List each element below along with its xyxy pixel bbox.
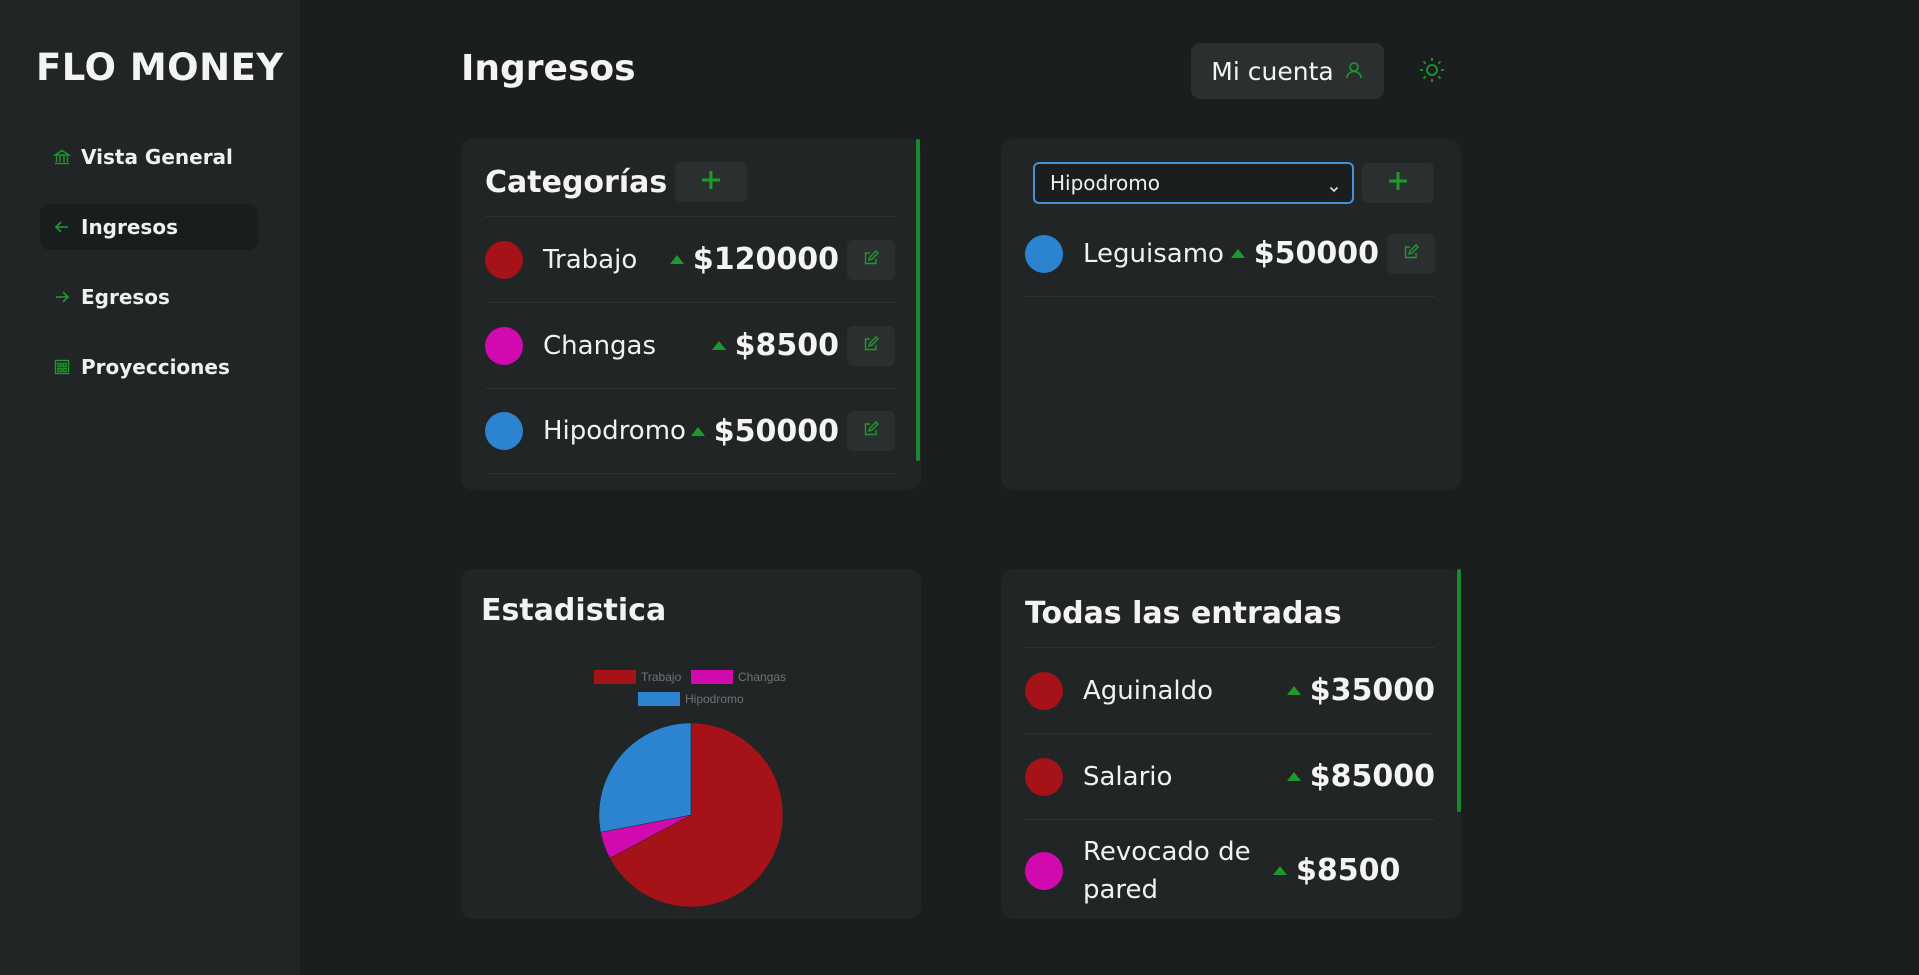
edit-icon bbox=[863, 335, 879, 356]
edit-category-button[interactable] bbox=[847, 239, 895, 280]
category-row[interactable]: Hipodromo $50000 bbox=[485, 388, 895, 474]
legend-label: Trabajo bbox=[641, 670, 682, 684]
arrow-up-icon bbox=[690, 426, 705, 436]
theme-toggle-button[interactable] bbox=[1417, 57, 1447, 87]
legend-swatch bbox=[594, 670, 636, 684]
category-name: Hipodromo bbox=[543, 416, 686, 446]
entry-name: Revocado de pared bbox=[1083, 836, 1251, 905]
category-color-dot bbox=[485, 240, 523, 279]
pie-chart bbox=[598, 722, 784, 908]
sidebar-item-label: Egresos bbox=[81, 285, 170, 309]
entry-row[interactable]: Salario $85000 bbox=[1025, 733, 1435, 819]
arrow-up-icon bbox=[1230, 249, 1245, 258]
subcategory-color-dot bbox=[1025, 234, 1063, 273]
sidebar-item-ingresos[interactable]: Ingresos bbox=[40, 204, 258, 250]
legend-swatch bbox=[638, 692, 680, 706]
edit-category-button[interactable] bbox=[847, 411, 895, 451]
sidebar-item-proyecciones[interactable]: Proyecciones bbox=[40, 344, 258, 390]
entry-name: Aguinaldo bbox=[1083, 675, 1214, 706]
chevron-down-icon bbox=[1328, 176, 1340, 200]
category-name: Trabajo bbox=[543, 244, 638, 275]
entry-name: Salario bbox=[1083, 761, 1173, 792]
brand-logo: FLO MONEY bbox=[36, 46, 284, 89]
arrow-left-icon bbox=[53, 218, 71, 236]
all-entries-card: Todas las entradas Aguinaldo $35000 Sala… bbox=[1001, 569, 1461, 919]
arrow-up-icon bbox=[711, 341, 726, 350]
account-label: Mi cuenta bbox=[1211, 56, 1334, 86]
page-title: Ingresos bbox=[461, 48, 636, 89]
scroll-indicator[interactable] bbox=[1457, 569, 1461, 812]
legend-swatch bbox=[691, 670, 733, 684]
arrow-up-icon bbox=[1273, 866, 1287, 875]
entry-color-dot bbox=[1025, 851, 1063, 890]
table-icon bbox=[53, 358, 71, 376]
plus-icon bbox=[700, 169, 722, 195]
add-subcategory-button[interactable] bbox=[1362, 163, 1434, 203]
sidebar-item-label: Ingresos bbox=[81, 215, 178, 239]
subcategory-card: Hipodromo Leguisamo $50000 bbox=[1001, 139, 1461, 490]
entry-amount: $8500 bbox=[1296, 853, 1401, 888]
arrow-right-icon bbox=[53, 288, 71, 306]
arrow-up-icon bbox=[1286, 686, 1301, 695]
category-select-value: Hipodromo bbox=[1050, 171, 1160, 195]
edit-subcategory-button[interactable] bbox=[1387, 233, 1435, 274]
categories-card: Categorías Trabajo $120000 Changas $8500 bbox=[461, 139, 921, 490]
legend-label: Hipodromo bbox=[685, 692, 744, 706]
category-amount: $8500 bbox=[734, 328, 839, 363]
category-row[interactable]: Changas $8500 bbox=[485, 302, 895, 388]
sidebar-item-vista-general[interactable]: Vista General bbox=[40, 134, 258, 180]
subcategory-amount: $50000 bbox=[1253, 236, 1379, 271]
plus-icon bbox=[1387, 170, 1409, 196]
edit-icon bbox=[1403, 243, 1419, 264]
entry-row[interactable]: Aguinaldo $35000 bbox=[1025, 647, 1435, 733]
scroll-indicator[interactable] bbox=[916, 139, 920, 461]
category-amount: $120000 bbox=[692, 242, 839, 277]
category-color-dot bbox=[485, 326, 523, 365]
legend-label: Changas bbox=[738, 670, 787, 684]
entry-amount: $35000 bbox=[1309, 673, 1435, 708]
statistics-title: Estadistica bbox=[481, 593, 667, 628]
add-category-button[interactable] bbox=[675, 162, 748, 202]
category-color-dot bbox=[485, 412, 523, 450]
category-name: Changas bbox=[543, 330, 657, 361]
edit-category-button[interactable] bbox=[847, 325, 895, 366]
sidebar-item-label: Proyecciones bbox=[81, 355, 230, 379]
subcategory-row[interactable]: Leguisamo $50000 bbox=[1025, 211, 1435, 297]
categories-title: Categorías bbox=[485, 164, 668, 200]
subcategory-name: Leguisamo bbox=[1083, 238, 1224, 269]
legend-item[interactable]: Changas bbox=[691, 670, 786, 684]
statistics-card: Estadistica Trabajo Changas Hipodromo bbox=[461, 569, 921, 919]
category-amount: $50000 bbox=[713, 413, 839, 449]
categories-header: Categorías bbox=[485, 162, 748, 202]
legend-item[interactable]: Hipodromo bbox=[638, 692, 744, 706]
edit-icon bbox=[863, 421, 879, 441]
entry-amount: $85000 bbox=[1309, 759, 1435, 794]
category-row[interactable]: Trabajo $120000 bbox=[485, 216, 895, 302]
bank-icon bbox=[53, 148, 71, 166]
all-entries-title: Todas las entradas bbox=[1025, 596, 1342, 631]
sidebar-item-label: Vista General bbox=[81, 145, 233, 169]
arrow-up-icon bbox=[1286, 772, 1301, 781]
arrow-up-icon bbox=[669, 255, 684, 264]
entry-color-dot bbox=[1025, 671, 1063, 710]
user-icon bbox=[1344, 57, 1364, 86]
entry-row[interactable]: Revocado de pared $8500 bbox=[1025, 819, 1435, 919]
sidebar-nav: Vista General Ingresos Egresos Proyeccio… bbox=[40, 134, 258, 414]
edit-icon bbox=[863, 249, 879, 270]
sun-icon bbox=[1418, 56, 1446, 88]
legend-item[interactable]: Trabajo bbox=[594, 670, 681, 684]
entry-color-dot bbox=[1025, 757, 1063, 796]
category-select[interactable]: Hipodromo bbox=[1033, 162, 1354, 204]
pie-slice-hipodromo[interactable] bbox=[598, 722, 692, 833]
account-button[interactable]: Mi cuenta bbox=[1191, 43, 1384, 99]
sidebar: FLO MONEY Vista General Ingresos Egresos… bbox=[0, 0, 300, 975]
sidebar-item-egresos[interactable]: Egresos bbox=[40, 274, 258, 320]
